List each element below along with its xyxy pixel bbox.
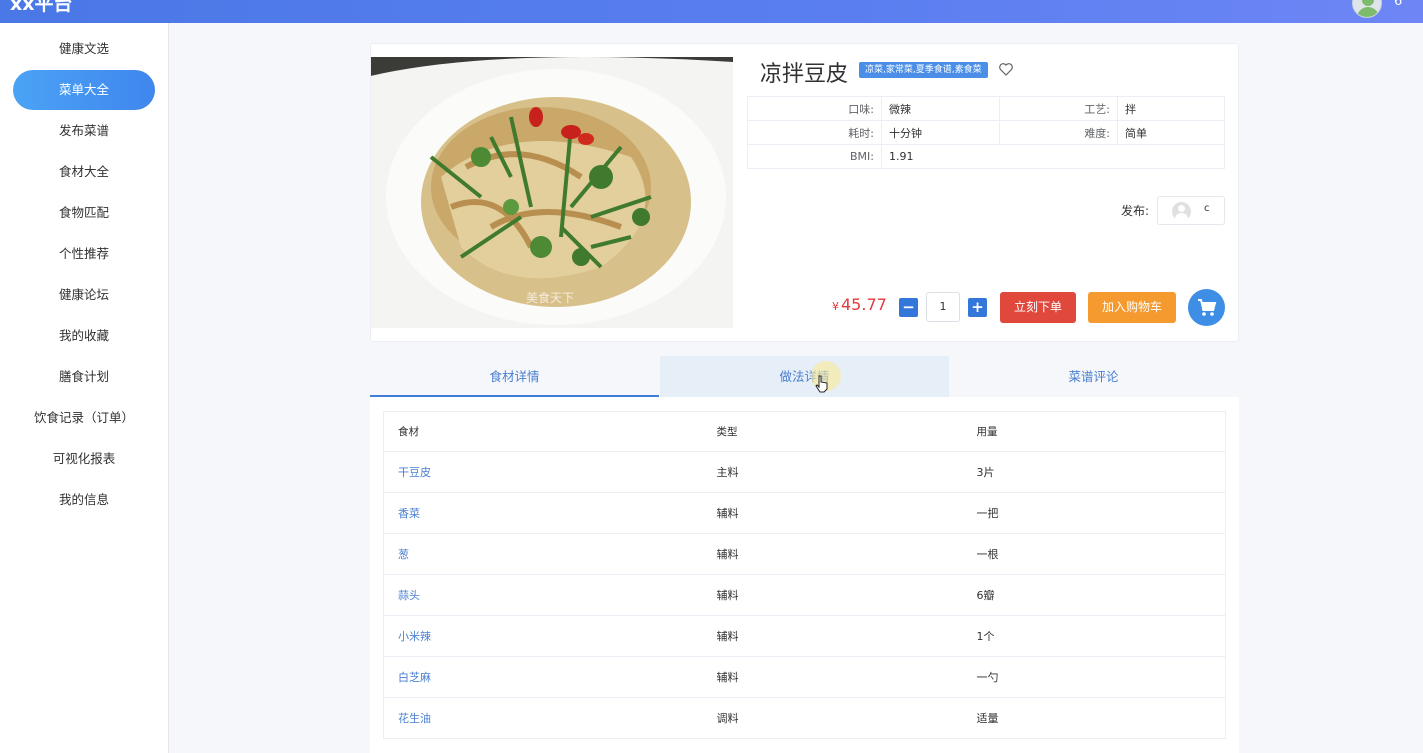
table-row: 花生油 调料 适量 (383, 697, 1226, 739)
ingredient-type: 主料 (702, 451, 963, 493)
heart-icon[interactable] (998, 61, 1014, 77)
ingredient-type: 辅料 (702, 492, 963, 534)
user-notification-count[interactable]: 6 (1394, 0, 1402, 9)
order-now-button[interactable]: 立刻下单 (1000, 292, 1076, 323)
publish-label: 发布: (1121, 204, 1150, 218)
ingredient-amount: 6瓣 (962, 574, 1226, 616)
dish-title: 凉拌豆皮 (760, 62, 849, 87)
table-row: 干豆皮 主料 3片 (383, 451, 1226, 493)
ingredient-type: 调料 (702, 697, 963, 739)
publisher-chip[interactable]: c (1157, 196, 1225, 225)
sidebar-item-ingredients[interactable]: 食材大全 (13, 152, 155, 192)
quantity-decrease-button[interactable]: − (899, 298, 918, 317)
add-to-cart-button[interactable]: 加入购物车 (1088, 292, 1176, 323)
ingredient-amount: 一把 (962, 492, 1226, 534)
sidebar-item-forum[interactable]: 健康论坛 (13, 275, 155, 315)
image-watermark: 美食天下 (526, 290, 574, 305)
top-navbar: xx平台 6 (0, 0, 1423, 23)
sidebar-item-favorites[interactable]: 我的收藏 (13, 316, 155, 356)
dish-price: ¥45.77 (832, 295, 887, 314)
bmi-value: 1.91 (881, 144, 1225, 169)
pointer-cursor-icon (815, 375, 829, 393)
ingredient-amount: 1个 (962, 615, 1226, 657)
ingredient-amount: 3片 (962, 451, 1226, 493)
ingredient-name-link[interactable]: 葱 (383, 533, 703, 575)
ingredient-amount: 适量 (962, 697, 1226, 739)
sidebar-item-publish-recipe[interactable]: 发布菜谱 (13, 111, 155, 151)
ingredient-name-link[interactable]: 花生油 (383, 697, 703, 739)
ingredient-amount: 一根 (962, 533, 1226, 575)
table-row: 葱 辅料 一根 (383, 533, 1226, 575)
sidebar-nav: 健康文选 菜单大全 发布菜谱 食材大全 食物匹配 个性推荐 健康论坛 我的收藏 … (0, 23, 169, 753)
difficulty-label: 难度: (999, 120, 1118, 145)
ingredient-name-link[interactable]: 蒜头 (383, 574, 703, 616)
sidebar-item-menu-all[interactable]: 菜单大全 (13, 70, 155, 110)
dish-tag: 凉菜,家常菜,夏季食谱,素食菜 (859, 62, 988, 78)
table-row: 香菜 辅料 一把 (383, 492, 1226, 534)
craft-label: 工艺: (999, 96, 1118, 121)
column-header-amount: 用量 (962, 411, 1226, 452)
time-label: 耗时: (747, 120, 882, 145)
quantity-increase-button[interactable]: + (968, 298, 987, 317)
ingredient-name-link[interactable]: 干豆皮 (383, 451, 703, 493)
ingredient-type: 辅料 (702, 574, 963, 616)
ingredient-type: 辅料 (702, 533, 963, 575)
ingredients-panel: 食材 类型 用量 干豆皮 主料 3片 香菜 辅料 一把 葱 辅料 一根 蒜头 辅… (370, 397, 1239, 753)
sidebar-item-my-info[interactable]: 我的信息 (13, 480, 155, 520)
time-value: 十分钟 (881, 120, 1000, 145)
user-avatar[interactable] (1352, 0, 1382, 18)
sidebar-item-reports[interactable]: 可视化报表 (13, 439, 155, 479)
taste-label: 口味: (747, 96, 882, 121)
table-row: 小米辣 辅料 1个 (383, 615, 1226, 657)
craft-value: 拌 (1117, 96, 1225, 121)
column-header-type: 类型 (702, 411, 963, 452)
publisher-name: c (1204, 203, 1210, 214)
column-header-ingredient: 食材 (383, 411, 703, 452)
ingredient-type: 辅料 (702, 656, 963, 698)
tab-ingredients[interactable]: 食材详情 (370, 356, 659, 397)
ingredient-type: 辅料 (702, 615, 963, 657)
price-value: 45.77 (841, 295, 887, 314)
detail-tabs: 食材详情 做法详情 菜谱评论 (370, 356, 1239, 397)
table-header-row: 食材 类型 用量 (383, 411, 1226, 452)
dish-image: 美食天下 (371, 57, 733, 328)
dish-detail-card: 美食天下 凉拌豆皮 凉菜,家常菜,夏季食谱,素食菜 口味: 微辣 工艺: 拌 耗… (370, 43, 1239, 342)
ingredient-name-link[interactable]: 香菜 (383, 492, 703, 534)
tab-steps[interactable]: 做法详情 (660, 356, 949, 397)
ingredient-name-link[interactable]: 小米辣 (383, 615, 703, 657)
ingredients-table: 食材 类型 用量 干豆皮 主料 3片 香菜 辅料 一把 葱 辅料 一根 蒜头 辅… (383, 411, 1226, 739)
tab-comments[interactable]: 菜谱评论 (949, 356, 1238, 397)
difficulty-value: 简单 (1117, 120, 1225, 145)
avatar-icon (1172, 202, 1191, 221)
sidebar-item-meal-plan[interactable]: 膳食计划 (13, 357, 155, 397)
ingredient-name-link[interactable]: 白芝麻 (383, 656, 703, 698)
cart-icon[interactable] (1188, 289, 1225, 326)
brand-logo-text[interactable]: xx平台 (10, 0, 73, 16)
sidebar-item-recommendations[interactable]: 个性推荐 (13, 234, 155, 274)
quantity-input[interactable]: 1 (926, 292, 960, 322)
sidebar-item-diet-records[interactable]: 饮食记录（订单） (13, 398, 155, 438)
table-row: 蒜头 辅料 6瓣 (383, 574, 1226, 616)
bmi-label: BMI: (747, 144, 882, 169)
taste-value: 微辣 (881, 96, 1000, 121)
currency-symbol: ¥ (832, 300, 839, 313)
sidebar-item-health-articles[interactable]: 健康文选 (13, 29, 155, 69)
dish-properties-table: 口味: 微辣 工艺: 拌 耗时: 十分钟 难度: 简单 BMI: 1.91 (747, 96, 1225, 169)
sidebar-item-food-matching[interactable]: 食物匹配 (13, 193, 155, 233)
ingredient-amount: 一勺 (962, 656, 1226, 698)
table-row: 白芝麻 辅料 一勺 (383, 656, 1226, 698)
